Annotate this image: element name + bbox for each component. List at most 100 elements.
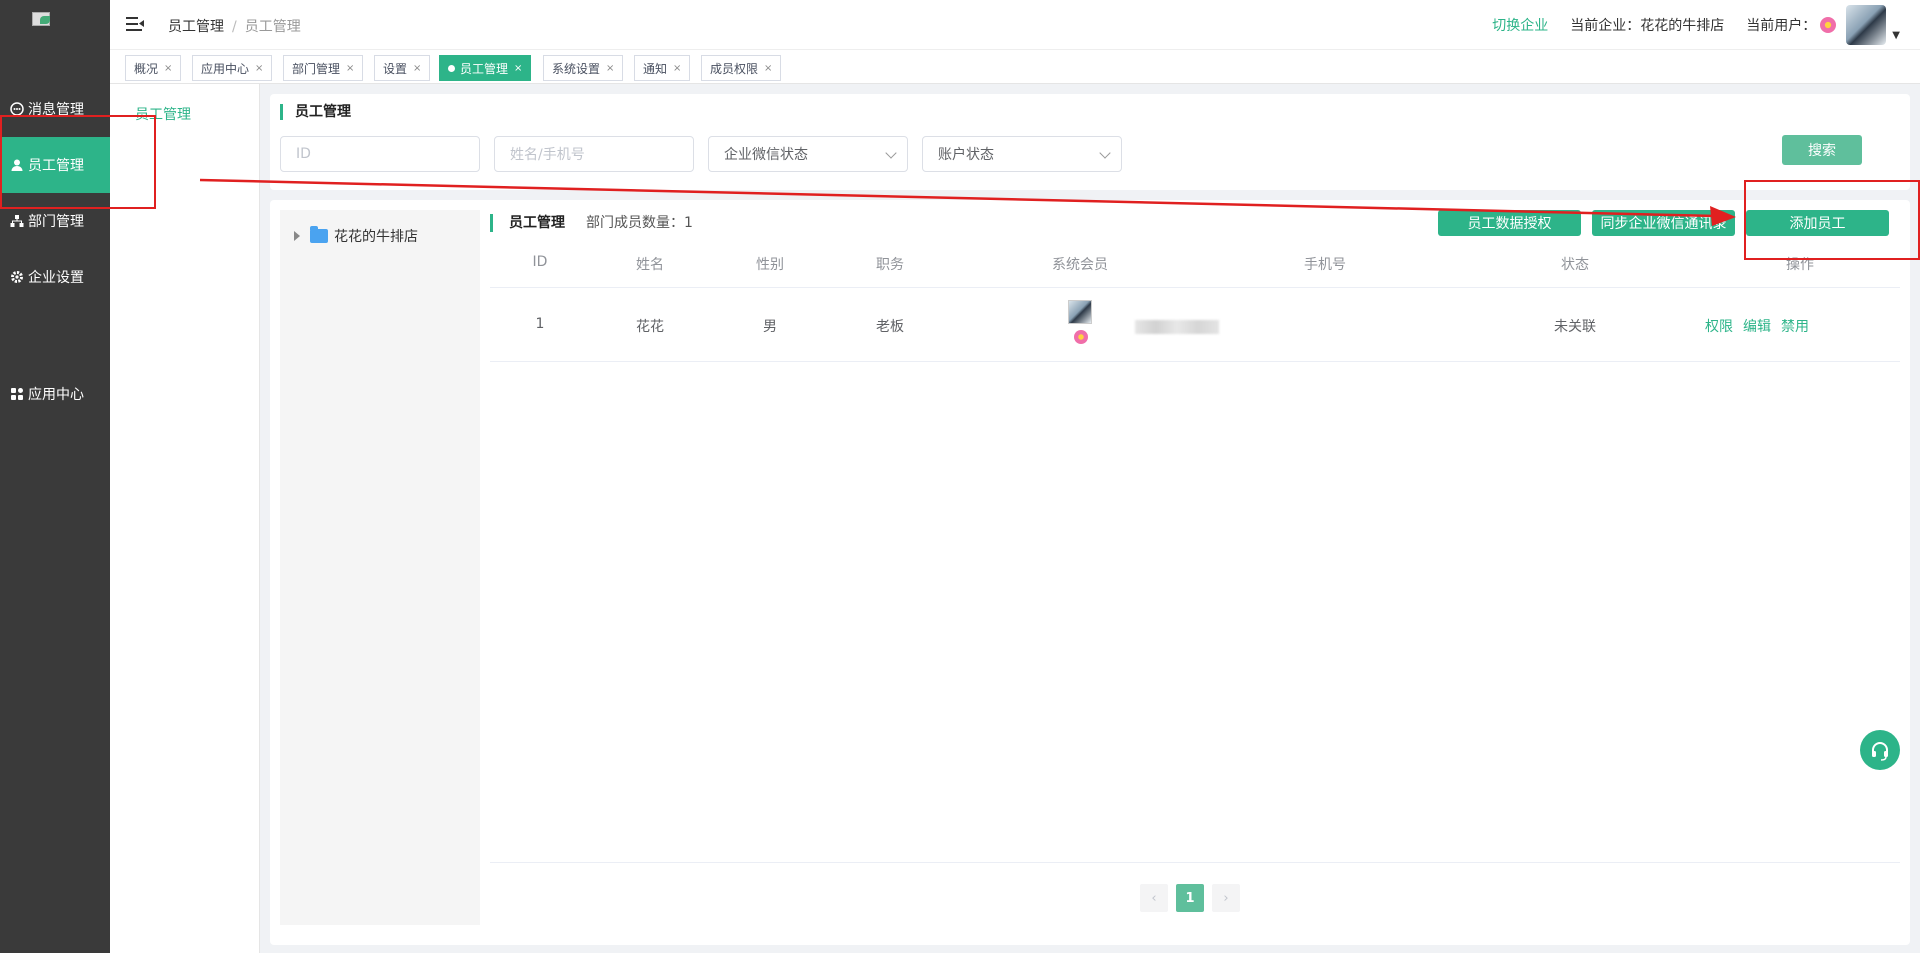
tab-label: 成员权限 [710, 61, 759, 76]
current-company: 当前企业：花花的牛排店 [1570, 18, 1725, 34]
active-dot-icon [448, 64, 455, 72]
headset-icon[interactable] [1860, 730, 1900, 770]
table-row: 1 花花 男 老板 未关联 权限 编辑 禁用 [490, 288, 1900, 362]
tab-settings[interactable]: 设置 × [374, 55, 431, 81]
annotation-box-sidebar [0, 115, 156, 209]
breadcrumb-current: 员工管理 [244, 19, 301, 35]
data-auth-button[interactable]: 员工数据授权 [1438, 210, 1581, 236]
apps-grid-icon [10, 387, 24, 401]
sidebar-item-app-center[interactable]: 应用中心 [0, 366, 110, 422]
search-button[interactable]: 搜索 [1782, 135, 1862, 165]
tab-system-settings[interactable]: 系统设置 × [543, 55, 624, 81]
header-right: 切换企业 当前企业：花花的牛排店 当前用户： ▼ [1492, 0, 1900, 50]
message-icon [10, 102, 24, 116]
member-avatar [1068, 300, 1092, 324]
flower-icon [1820, 17, 1837, 33]
top-bar: 员工管理 / 员工管理 切换企业 当前企业：花花的牛排店 当前用户： ▼ [110, 0, 1920, 50]
close-icon[interactable]: × [673, 63, 681, 74]
tab-label: 部门管理 [292, 61, 341, 76]
tab-employees[interactable]: 员工管理 × [439, 55, 532, 81]
column-header: 状态 [1561, 257, 1589, 273]
next-page-button[interactable]: › [1212, 884, 1240, 912]
divider [490, 862, 1900, 863]
page-number[interactable]: 1 [1176, 884, 1204, 912]
tab-overview[interactable]: 概况 × [125, 55, 182, 81]
tree-node[interactable]: 花花的牛排店 [294, 226, 418, 246]
close-icon[interactable]: × [164, 63, 172, 74]
column-header: 职务 [876, 257, 904, 273]
cell-position: 老板 [876, 319, 904, 335]
column-header: 性别 [756, 257, 784, 273]
list-title: 员工管理 [490, 214, 565, 232]
caret-right-icon[interactable] [294, 231, 300, 241]
account-status-select[interactable]: 账户状态 [922, 136, 1122, 172]
breadcrumb: 员工管理 / 员工管理 [168, 16, 301, 36]
logo [30, 10, 80, 60]
tab-app-center[interactable]: 应用中心 × [192, 55, 273, 81]
cell-name: 花花 [636, 319, 664, 335]
tab-label: 系统设置 [552, 61, 601, 76]
table-header: ID 姓名 性别 职务 系统会员 手机号 状态 操作 [490, 236, 1900, 288]
sidebar-item-label: 部门管理 [28, 214, 84, 230]
tab-label: 概况 [134, 61, 159, 76]
current-user-label: 当前用户： [1746, 18, 1817, 34]
edit-link[interactable]: 编辑 [1743, 316, 1771, 336]
cell-status: 未关联 [1554, 319, 1596, 335]
id-placeholder: ID [296, 146, 311, 162]
name-placeholder: 姓名/手机号 [510, 147, 585, 163]
id-input[interactable]: ID [280, 136, 480, 172]
close-icon[interactable]: × [764, 63, 772, 74]
phone-redacted [1135, 320, 1219, 334]
close-icon[interactable]: × [413, 63, 421, 74]
column-header: ID [532, 254, 548, 270]
close-icon[interactable]: × [514, 63, 522, 74]
close-icon[interactable]: × [255, 63, 263, 74]
member-count: 部门成员数量：1 [586, 215, 693, 231]
filter-panel: 员工管理 ID 姓名/手机号 企业微信状态 账户状态 搜索 [270, 94, 1910, 190]
sidebar-item-company-settings[interactable]: 企业设置 [0, 249, 110, 305]
tab-label: 设置 [383, 61, 408, 76]
column-header: 系统会员 [1052, 257, 1108, 273]
cell-id: 1 [535, 316, 545, 332]
chevron-down-icon [885, 147, 897, 159]
org-chart-icon [10, 214, 24, 228]
sync-wechat-button[interactable]: 同步企业微信通讯录 [1592, 210, 1735, 236]
chevron-down-icon [1099, 147, 1111, 159]
sidebar-item-label: 应用中心 [28, 387, 84, 403]
tab-label: 通知 [643, 61, 668, 76]
tab-member-permissions[interactable]: 成员权限 × [701, 55, 782, 81]
close-icon[interactable]: × [346, 63, 354, 74]
tab-label: 员工管理 [460, 61, 509, 76]
breadcrumb-root[interactable]: 员工管理 [168, 19, 224, 35]
menu-fold-icon[interactable] [126, 16, 144, 32]
leaf-icon [40, 16, 50, 24]
close-icon[interactable]: × [606, 63, 614, 74]
tab-departments[interactable]: 部门管理 × [283, 55, 364, 81]
permission-link[interactable]: 权限 [1705, 316, 1733, 336]
tree-node-label: 花花的牛排店 [334, 229, 418, 245]
main-panel: 花花的牛排店 员工管理 部门成员数量：1 员工数据授权 同步企业微信通讯录 添加… [270, 200, 1910, 945]
tab-label: 应用中心 [201, 61, 250, 76]
annotation-box-add-button [1744, 180, 1920, 260]
column-header: 姓名 [636, 257, 664, 273]
secondary-nav: 员工管理 [110, 84, 260, 953]
sidebar-item-label: 企业设置 [28, 270, 84, 286]
prev-page-button[interactable]: ‹ [1140, 884, 1168, 912]
caret-down-icon[interactable]: ▼ [1892, 30, 1900, 41]
tabs-bar: 概况 × 应用中心 × 部门管理 × 设置 × 员工管理 × 系统设置 × 通知 × 成员权限… [110, 50, 1920, 84]
wechat-status-select[interactable]: 企业微信状态 [708, 136, 908, 172]
breadcrumb-separator: / [232, 19, 237, 35]
name-phone-input[interactable]: 姓名/手机号 [494, 136, 694, 172]
select-value: 企业微信状态 [724, 147, 808, 163]
gear-icon [10, 270, 24, 284]
switch-company-link[interactable]: 切换企业 [1492, 15, 1548, 35]
section-title: 员工管理 [280, 104, 351, 120]
tab-notifications[interactable]: 通知 × [634, 55, 691, 81]
disable-link[interactable]: 禁用 [1781, 316, 1809, 336]
column-header: 手机号 [1304, 257, 1346, 273]
avatar[interactable] [1846, 5, 1887, 45]
cell-gender: 男 [763, 319, 777, 335]
department-tree: 花花的牛排店 [280, 210, 480, 925]
select-value: 账户状态 [938, 147, 994, 163]
folder-icon [310, 226, 328, 243]
